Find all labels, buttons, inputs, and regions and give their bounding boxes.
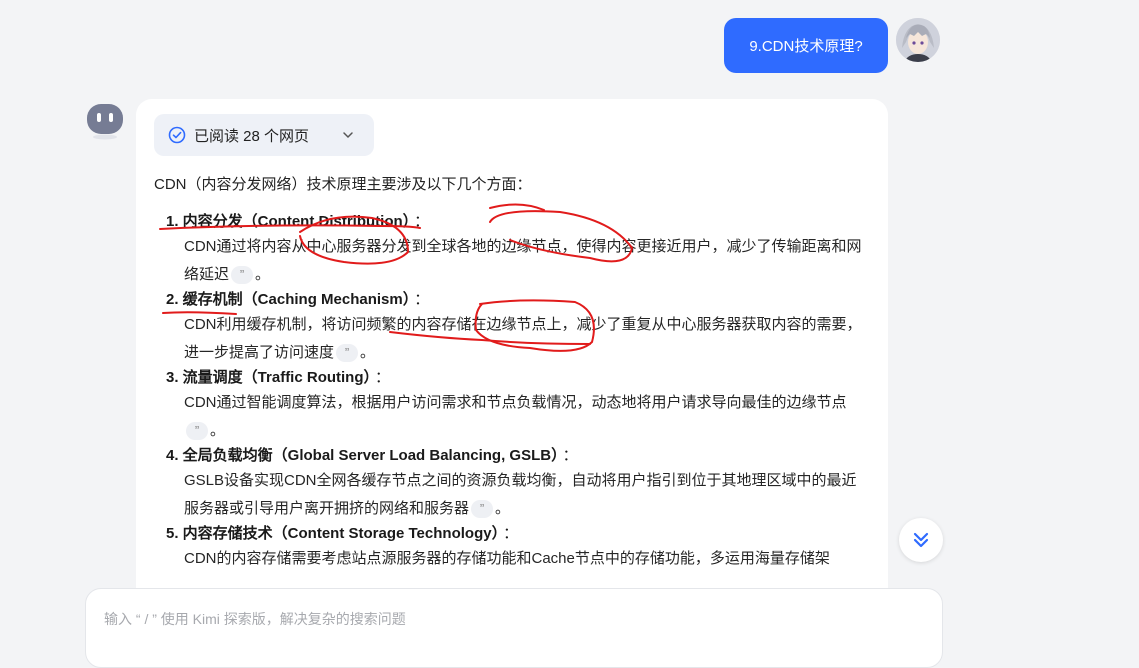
item-body-text: CDN的内容存储需要考虑站点源服务器的存储功能和Cache节点中的存储功能，多运…: [184, 550, 830, 567]
item-colon: ：: [562, 447, 578, 464]
item-colon: ：: [375, 369, 391, 386]
item-colon: ：: [414, 213, 430, 230]
list-item: 2. 缓存机制（Caching Mechanism）： CDN利用缓存机制，将访…: [166, 289, 866, 367]
item-colon: ：: [503, 525, 519, 542]
user-message-text: 9.CDN技术原理?: [749, 38, 863, 55]
item-end: 。: [255, 266, 271, 283]
item-end: 。: [495, 500, 511, 517]
read-pages-toggle[interactable]: 已阅读 28 个网页: [154, 114, 374, 156]
user-message-bubble: 9.CDN技术原理?: [724, 18, 888, 73]
item-body: CDN通过将内容从中心服务器分发到全球各地的边缘节点，使得内容更接近用户，减少了…: [184, 233, 864, 289]
item-title: 2. 缓存机制（Caching Mechanism）：: [166, 289, 866, 311]
answer-card: 已阅读 28 个网页 CDN（内容分发网络）技术原理主要涉及以下几个方面： 1.…: [136, 99, 888, 659]
list-item: 4. 全局负载均衡（Global Server Load Balancing, …: [166, 445, 866, 523]
item-title-text: 4. 全局负载均衡（Global Server Load Balancing, …: [166, 447, 559, 464]
answer-intro: CDN（内容分发网络）技术原理主要涉及以下几个方面：: [154, 176, 532, 193]
item-title-text: 5. 内容存储技术（Content Storage Technology）: [166, 525, 500, 542]
chevron-down-icon: [343, 132, 353, 139]
item-end: 。: [360, 344, 376, 361]
list-item: 3. 流量调度（Traffic Routing）： CDN通过智能调度算法，根据…: [166, 367, 866, 445]
item-body: CDN的内容存储需要考虑站点源服务器的存储功能和Cache节点中的存储功能，多运…: [184, 545, 864, 573]
item-body-text: GSLB设备实现CDN全网各缓存节点之间的资源负载均衡，自动将用户指引到位于其地…: [184, 472, 857, 517]
item-end: 。: [210, 422, 226, 439]
bot-avatar: [86, 104, 124, 140]
item-title: 1. 内容分发（Content Distribution）：: [166, 211, 866, 233]
item-colon: ：: [414, 291, 430, 308]
kimi-bot-icon: [87, 104, 123, 140]
user-avatar[interactable]: [896, 18, 940, 62]
item-title-text: 3. 流量调度（Traffic Routing）: [166, 369, 372, 386]
read-pages-label: 已阅读 28 个网页: [194, 127, 310, 145]
item-body-text: CDN利用缓存机制，将访问频繁的内容存储在边缘节点上，减少了重复从中心服务器获取…: [184, 316, 862, 361]
item-title: 5. 内容存储技术（Content Storage Technology）：: [166, 523, 866, 545]
item-body-text: CDN通过智能调度算法，根据用户访问需求和节点负载情况，动态地将用户请求导向最佳…: [184, 394, 847, 411]
scroll-to-bottom-button[interactable]: [899, 518, 943, 562]
list-item: 5. 内容存储技术（Content Storage Technology）： C…: [166, 523, 866, 573]
citation-badge[interactable]: ”: [336, 344, 359, 363]
item-body: GSLB设备实现CDN全网各缓存节点之间的资源负载均衡，自动将用户指引到位于其地…: [184, 467, 864, 523]
item-title-text: 2. 缓存机制（Caching Mechanism）: [166, 291, 411, 308]
list-item: 1. 内容分发（Content Distribution）： CDN通过将内容从…: [166, 211, 866, 289]
double-chevron-down-icon: [913, 532, 929, 548]
item-title: 4. 全局负载均衡（Global Server Load Balancing, …: [166, 445, 866, 467]
item-body: CDN通过智能调度算法，根据用户访问需求和节点负载情况，动态地将用户请求导向最佳…: [184, 389, 864, 445]
citation-badge[interactable]: ”: [186, 422, 208, 441]
chat-input[interactable]: 输入 “ / ” 使用 Kimi 探索版，解决复杂的搜索问题: [85, 588, 943, 668]
anime-avatar-icon: [896, 18, 940, 62]
answer-list: 1. 内容分发（Content Distribution）： CDN通过将内容从…: [166, 211, 866, 573]
item-title: 3. 流量调度（Traffic Routing）：: [166, 367, 866, 389]
citation-badge[interactable]: ”: [471, 500, 494, 519]
check-circle-icon: [168, 126, 186, 144]
item-body: CDN利用缓存机制，将访问频繁的内容存储在边缘节点上，减少了重复从中心服务器获取…: [184, 311, 864, 367]
chat-input-placeholder: 输入 “ / ” 使用 Kimi 探索版，解决复杂的搜索问题: [104, 611, 406, 627]
item-title-text: 1. 内容分发（Content Distribution）: [166, 213, 411, 230]
citation-badge[interactable]: ”: [231, 266, 254, 285]
item-body-text: CDN通过将内容从中心服务器分发到全球各地的边缘节点，使得内容更接近用户，减少了…: [184, 238, 862, 283]
